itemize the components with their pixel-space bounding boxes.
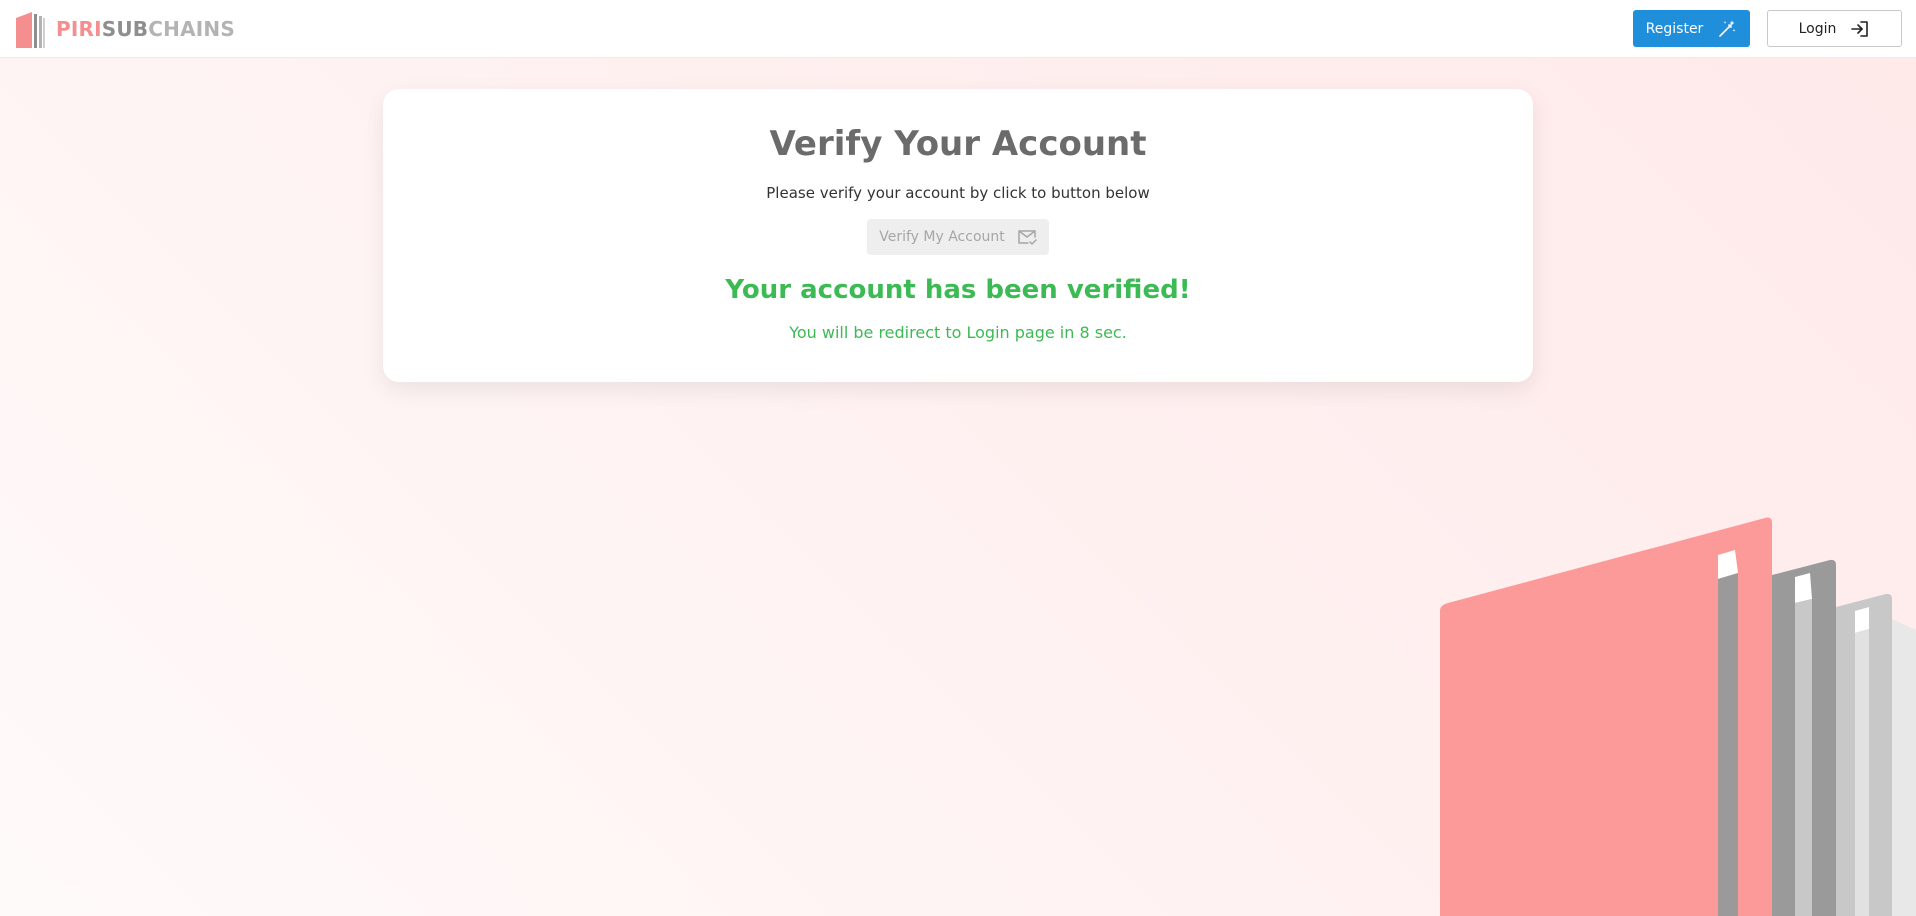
redirect-countdown: You will be redirect to Login page in 8 …	[789, 323, 1127, 342]
mail-check-icon	[1018, 230, 1037, 245]
page-title: Verify Your Account	[769, 124, 1147, 164]
logo-icon	[16, 11, 45, 48]
magic-wand-icon	[1719, 20, 1736, 37]
register-button[interactable]: Register	[1633, 10, 1750, 47]
login-icon	[1851, 20, 1869, 37]
verified-success-message: Your account has been verified!	[725, 275, 1191, 305]
background-folders-illustration	[1440, 517, 1916, 916]
register-button-label: Register	[1645, 20, 1704, 37]
verify-account-button-label: Verify My Account	[879, 229, 1005, 245]
verify-account-button[interactable]: Verify My Account	[867, 219, 1049, 255]
login-button-label: Login	[1798, 20, 1837, 37]
verify-instructions: Please verify your account by click to b…	[766, 184, 1150, 202]
brand-name-sub: SUB	[101, 16, 149, 41]
top-navbar: PIRISUBCHAINS Register Login	[0, 0, 1916, 58]
login-button[interactable]: Login	[1767, 10, 1902, 47]
brand-logo[interactable]: PIRISUBCHAINS	[14, 8, 235, 50]
brand-name-chains: CHAINS	[148, 16, 235, 41]
brand-name: PIRISUBCHAINS	[56, 17, 235, 41]
verify-card: Verify Your Account Please verify your a…	[383, 89, 1533, 382]
brand-name-piri: PIRI	[56, 16, 102, 41]
nav-actions: Register Login	[1633, 10, 1902, 47]
